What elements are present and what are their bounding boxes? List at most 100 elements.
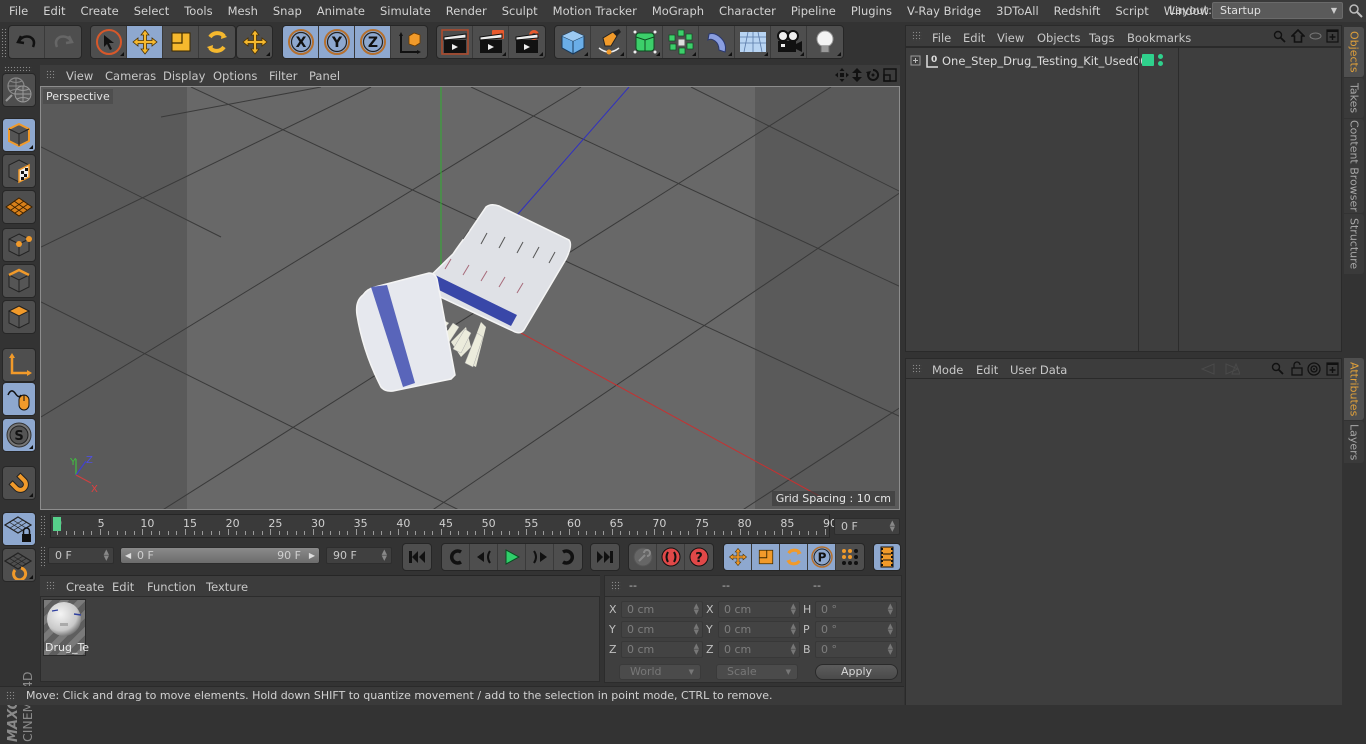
camera-label[interactable]: Perspective <box>43 89 113 104</box>
cube-button[interactable] <box>555 26 591 58</box>
render-view-button[interactable] <box>437 26 473 58</box>
rotation-p-field[interactable]: 0 ° ▲ ▼ <box>815 621 897 638</box>
spinner-icon[interactable]: ▲ ▼ <box>791 643 796 656</box>
back-forward-icon[interactable] <box>1200 362 1240 376</box>
tab-structure[interactable]: Structure <box>1344 214 1364 274</box>
menu-tools[interactable]: Tools <box>177 4 220 18</box>
z-axis-lock-button[interactable]: Z <box>355 26 391 58</box>
start-frame-field[interactable]: 0 F ▲ ▼ <box>48 547 114 564</box>
camera-button[interactable] <box>771 26 807 58</box>
om-menu-objects[interactable]: Objects <box>1037 31 1080 45</box>
key-position-button[interactable] <box>724 544 752 570</box>
subdivision-button[interactable] <box>627 26 663 58</box>
material-item[interactable]: Drug_Te <box>43 599 89 656</box>
menu-simulate[interactable]: Simulate <box>372 4 438 18</box>
key-parameter-button[interactable]: P <box>808 544 836 570</box>
menu-plugins[interactable]: Plugins <box>843 4 899 18</box>
spinner-icon[interactable]: ▲ ▼ <box>382 549 387 562</box>
current-frame-field[interactable]: 0 F ▲ ▼ <box>834 518 900 535</box>
end-frame-field[interactable]: 90 F ▲ ▼ <box>326 547 392 564</box>
spinner-icon[interactable]: ▲ ▼ <box>791 603 796 616</box>
range-right-arrow-icon[interactable]: ▶ <box>309 548 315 563</box>
spinner-icon[interactable]: ▲ ▼ <box>888 623 893 636</box>
make-editable-button[interactable] <box>2 73 36 107</box>
spinner-icon[interactable]: ▲ ▼ <box>694 643 699 656</box>
menu-snap[interactable]: Snap <box>265 4 309 18</box>
attr-menu-edit[interactable]: Edit <box>976 363 998 377</box>
layout-select[interactable]: Startup ▼ <box>1212 2 1343 19</box>
previous-keyframe-button[interactable] <box>442 544 470 570</box>
attr-menu-mode[interactable]: Mode <box>932 363 963 377</box>
menu-3dtoall[interactable]: 3DToAll <box>989 4 1047 18</box>
record-active-objects-button[interactable] <box>657 544 685 570</box>
key-point-level-button[interactable] <box>836 544 864 570</box>
menu-redshift[interactable]: Redshift <box>1046 4 1108 18</box>
orbit-icon[interactable] <box>866 68 880 82</box>
om-menu-edit[interactable]: Edit <box>963 31 985 45</box>
light-button[interactable] <box>807 26 843 58</box>
material-grip[interactable] <box>46 581 56 591</box>
snap-button[interactable] <box>2 466 36 500</box>
menu-pipeline[interactable]: Pipeline <box>783 4 843 18</box>
position-y-field[interactable]: 0 cm ▲ ▼ <box>621 621 703 638</box>
viewport-menu-filter[interactable]: Filter <box>269 69 297 83</box>
position-z-field[interactable]: 0 cm ▲ ▼ <box>621 641 703 658</box>
spinner-icon[interactable]: ▲ ▼ <box>890 520 895 533</box>
axis-mode-button[interactable] <box>2 348 36 382</box>
menu-animate[interactable]: Animate <box>309 4 372 18</box>
menu-vray-bridge[interactable]: V-Ray Bridge <box>900 4 989 18</box>
floor-button[interactable] <box>735 26 771 58</box>
left-toolbar-grip[interactable] <box>4 66 32 71</box>
menu-mograph[interactable]: MoGraph <box>644 4 711 18</box>
range-left-arrow-icon[interactable]: ◀ <box>125 548 131 563</box>
tweak-mode-button[interactable] <box>2 382 36 416</box>
spinner-icon[interactable]: ▲ ▼ <box>791 623 796 636</box>
material-menu-edit[interactable]: Edit <box>112 580 134 594</box>
timeline-window-button[interactable] <box>874 544 900 570</box>
playhead[interactable] <box>53 517 61 531</box>
viewport-menu-panel[interactable]: Panel <box>309 69 340 83</box>
om-menu-view[interactable]: View <box>997 31 1024 45</box>
pen-button[interactable] <box>591 26 627 58</box>
menu-motion-tracker[interactable]: Motion Tracker <box>545 4 644 18</box>
points-mode-button[interactable] <box>2 228 36 262</box>
undo-button[interactable] <box>9 26 45 58</box>
maximize-view-icon[interactable] <box>883 68 897 82</box>
next-keyframe-button[interactable] <box>554 544 582 570</box>
rotate-button[interactable] <box>199 26 235 58</box>
lock-icon[interactable] <box>1291 361 1303 376</box>
attributes-grip[interactable] <box>912 364 922 374</box>
autokeying-button[interactable]: ? <box>685 544 713 570</box>
spinner-icon[interactable]: ▲ ▼ <box>694 623 699 636</box>
spinner-icon[interactable]: ▲ ▼ <box>694 603 699 616</box>
scale-button[interactable] <box>163 26 199 58</box>
rotation-b-field[interactable]: 0 ° ▲ ▼ <box>815 641 897 658</box>
material-menu-function[interactable]: Function <box>147 580 196 594</box>
rotation-h-field[interactable]: 0 ° ▲ ▼ <box>815 601 897 618</box>
new-panel-icon[interactable] <box>1326 29 1339 43</box>
attr-menu-user-data[interactable]: User Data <box>1010 363 1067 377</box>
menu-mesh[interactable]: Mesh <box>220 4 265 18</box>
key-scale-button[interactable] <box>752 544 780 570</box>
spinner-icon[interactable]: ▲ ▼ <box>104 549 109 562</box>
position-x-field[interactable]: 0 cm ▲ ▼ <box>621 601 703 618</box>
redo-button[interactable] <box>45 26 81 58</box>
timeline-grip[interactable] <box>40 515 45 537</box>
menu-file[interactable]: File <box>0 4 36 18</box>
search-icon[interactable] <box>1273 30 1286 43</box>
object-row[interactable]: 0 One_Step_Drug_Testing_Kit_Used001 <box>906 52 1155 70</box>
viewport-menu-view[interactable]: View <box>66 69 93 83</box>
search-icon[interactable] <box>1348 3 1364 19</box>
tab-layers[interactable]: Layers <box>1344 421 1364 463</box>
cloner-button[interactable] <box>663 26 699 58</box>
viewport-menu-cameras[interactable]: Cameras <box>105 69 156 83</box>
size-x-field[interactable]: 0 cm ▲ ▼ <box>718 601 800 618</box>
coordinate-space-select[interactable]: World ▼ <box>619 664 701 680</box>
previous-frame-button[interactable] <box>470 544 498 570</box>
bend-button[interactable] <box>699 26 735 58</box>
timeline-ruler[interactable]: 051015202530354045505560657075808590 <box>50 514 837 538</box>
dolly-icon[interactable] <box>851 68 863 82</box>
motion-recording-button[interactable] <box>629 544 657 570</box>
transport-grip[interactable] <box>40 546 45 568</box>
go-to-end-button[interactable] <box>591 544 619 570</box>
